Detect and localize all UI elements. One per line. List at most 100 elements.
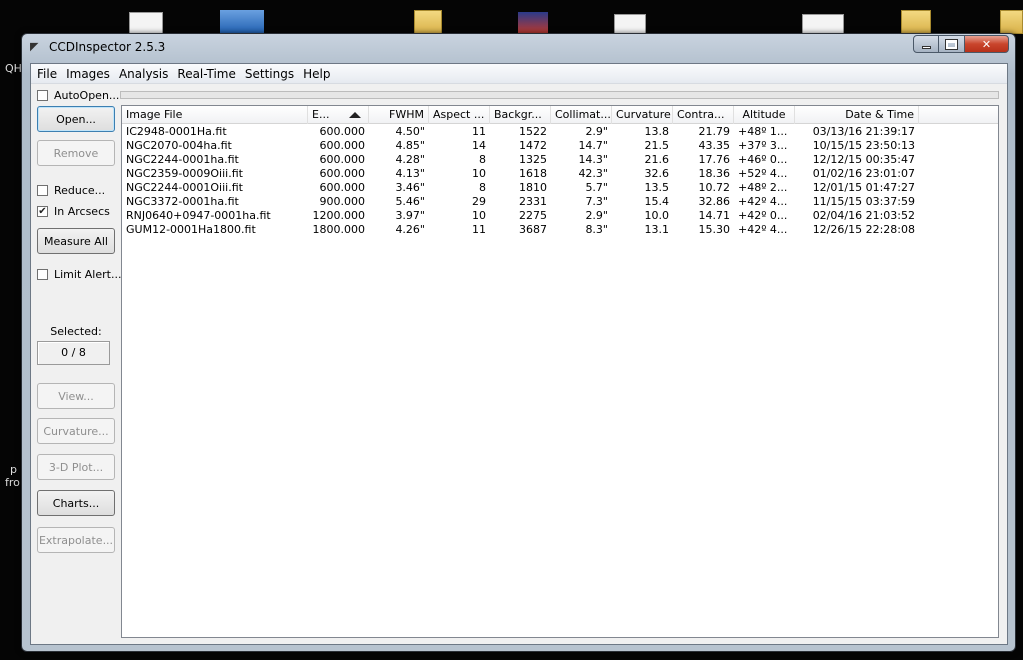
title-bar[interactable]: ◤ CCDInspector 2.5.3 ✕ [22,34,1015,62]
column-header-aspect[interactable]: Aspect ... [429,106,490,124]
reduce-checkbox[interactable]: Reduce... [37,184,105,197]
cell-image-file: RNJ0640+0947-0001ha.fit [126,209,271,222]
menu-file[interactable]: File [33,67,61,81]
cell-contrast: 17.76 [698,153,731,166]
curvature-button[interactable]: Curvature... [37,418,115,444]
cell-background: 1472 [519,139,547,152]
column-header-fwhm[interactable]: FWHM [369,106,429,124]
close-button[interactable]: ✕ [965,35,1009,53]
cell-aspect: 11 [472,125,486,138]
cell-image-file: IC2948-0001Ha.fit [126,125,227,138]
cell-aspect: 29 [472,195,486,208]
cell-fwhm: 3.97" [395,209,425,222]
cell-aspect: 8 [479,181,486,194]
cell-fwhm: 5.46" [395,195,425,208]
menu-real-time[interactable]: Real-Time [173,67,239,81]
column-header-contrast[interactable]: Contra... [673,106,734,124]
cell-background: 3687 [519,223,547,236]
cell-fwhm: 4.26" [395,223,425,236]
column-header-curvature[interactable]: Curvature [612,106,673,124]
measure-all-button[interactable]: Measure All [37,228,115,254]
column-header-image-file[interactable]: Image File [122,106,308,124]
in-arcsecs-checkbox[interactable]: ✔ In Arcsecs [37,205,110,218]
table-row[interactable]: GUM12-0001Ha1800.fit 1800.000 4.26" 11 3687 8… [122,223,998,237]
limit-alert-checkbox[interactable]: Limit Alert... [37,268,121,281]
autoopen-checkbox[interactable]: AutoOpen... [37,89,119,102]
column-label: E... [312,108,330,121]
cell-image-file: NGC2359-0009Oiii.fit [126,167,243,180]
view-button[interactable]: View... [37,383,115,409]
checkbox-box[interactable] [37,269,48,280]
table-row[interactable]: NGC3372-0001ha.fit 900.000 5.46" 29 2331 7.3"… [122,195,998,209]
desktop-document-icon[interactable] [802,14,844,34]
cell-curvature: 21.5 [644,139,670,152]
desktop-folder-icon[interactable] [414,10,442,34]
maximize-button[interactable] [939,35,965,53]
remove-button[interactable]: Remove [37,140,115,166]
cell-date-time: 12/12/15 00:35:47 [812,153,915,166]
open-button[interactable]: Open... [37,106,115,132]
limit-alert-label: Limit Alert... [54,268,122,281]
table-row[interactable]: NGC2359-0009Oiii.fit 600.000 4.13" 10 1618 42… [122,167,998,181]
cell-date-time: 12/01/15 01:47:27 [812,181,915,194]
cell-altitude: +37º 3... [738,139,788,152]
cell-image-file: NGC2244-0001ha.fit [126,153,239,166]
sort-ascending-icon [349,112,362,118]
checkmark-icon[interactable]: ✔ [37,206,48,217]
column-header-background[interactable]: Backgr... [490,106,551,124]
image-list[interactable]: Image File E... FWHM Aspect ... Backgr..… [121,105,999,638]
cell-altitude: +52º 4... [738,167,788,180]
cell-fwhm: 4.28" [395,153,425,166]
3d-plot-button[interactable]: 3-D Plot... [37,454,115,480]
maximize-icon [945,38,958,50]
cell-image-file: NGC2070-004ha.fit [126,139,232,152]
desktop-document-icon[interactable] [614,14,646,34]
desktop-folder-icon[interactable] [901,10,931,34]
column-header-exposure[interactable]: E... [308,106,369,124]
table-row[interactable]: NGC2244-0001Oiii.fit 600.000 3.46" 8 1810 5.7… [122,181,998,195]
cell-altitude: +48º 1... [738,125,788,138]
menu-images[interactable]: Images [62,67,114,81]
selected-label: Selected: [50,325,102,338]
cell-aspect: 10 [472,209,486,222]
column-header-altitude[interactable]: Altitude [734,106,795,124]
cell-exposure: 600.000 [319,153,366,166]
desktop-label-fragment: QH [5,62,22,75]
cell-curvature: 10.0 [644,209,670,222]
desktop-document-icon[interactable] [129,12,163,34]
column-label: Image File [126,108,183,121]
cell-altitude: +48º 2... [738,181,788,194]
cell-background: 2331 [519,195,547,208]
cell-date-time: 11/15/15 03:37:59 [812,195,915,208]
cell-exposure: 600.000 [319,167,366,180]
cell-collimation: 42.3" [578,167,608,180]
desktop-folder-icon[interactable] [1000,10,1023,34]
minimize-icon [921,45,931,49]
minimize-button[interactable] [913,35,939,53]
cell-date-time: 12/26/15 22:28:08 [812,223,915,236]
cell-date-time: 03/13/16 21:39:17 [812,125,915,138]
menu-bar: File Images Analysis Real-Time Settings … [31,64,1007,84]
cell-contrast: 21.79 [698,125,731,138]
desktop-app-icon[interactable] [518,12,548,34]
extrapolate-button[interactable]: Extrapolate... [37,527,115,553]
cell-exposure: 600.000 [319,139,366,152]
cell-date-time: 01/02/16 23:01:07 [812,167,915,180]
table-row[interactable]: RNJ0640+0947-0001ha.fit 1200.000 3.97" 10 22… [122,209,998,223]
table-row[interactable]: IC2948-0001Ha.fit 600.000 4.50" 11 1522 2.9" 1… [122,125,998,139]
cell-collimation: 7.3" [585,195,608,208]
checkbox-box[interactable] [37,90,48,101]
table-row[interactable]: NGC2070-004ha.fit 600.000 4.85" 14 1472 14.7"… [122,139,998,153]
desktop-image-icon[interactable] [220,10,264,34]
column-label: Date & Time [845,108,914,121]
cell-contrast: 43.35 [698,139,731,152]
menu-settings[interactable]: Settings [241,67,298,81]
table-row[interactable]: NGC2244-0001ha.fit 600.000 4.28" 8 1325 14.3"… [122,153,998,167]
charts-button[interactable]: Charts... [37,490,115,516]
menu-help[interactable]: Help [299,67,334,81]
column-header-date-time[interactable]: Date & Time [795,106,919,124]
checkbox-box[interactable] [37,185,48,196]
menu-analysis[interactable]: Analysis [115,67,172,81]
column-header-collimation[interactable]: Collimat... [551,106,612,124]
cell-contrast: 32.86 [698,195,731,208]
